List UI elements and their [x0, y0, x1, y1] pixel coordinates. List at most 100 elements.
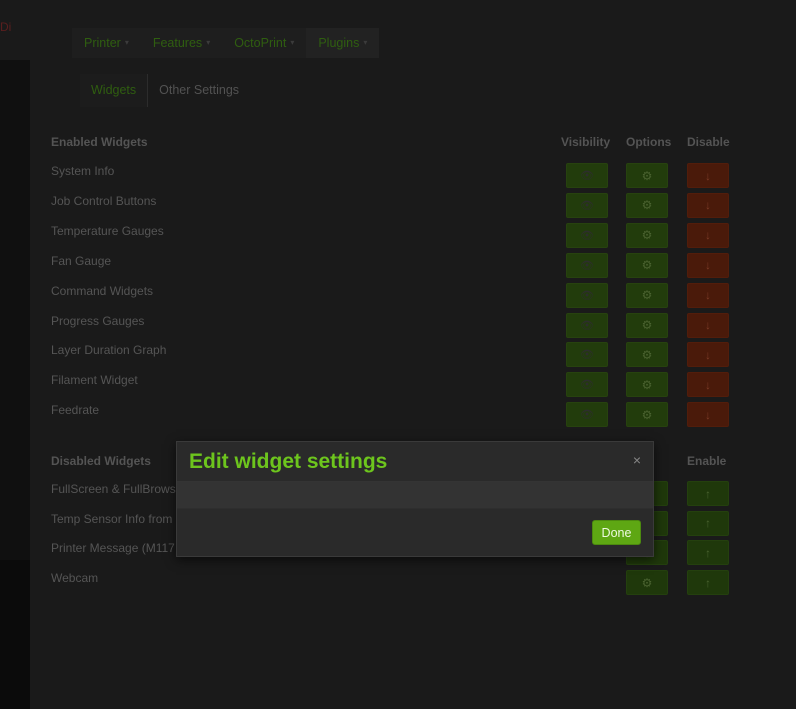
gear-icon: ⚙: [641, 258, 653, 273]
col-disable: Disable: [687, 135, 730, 149]
caret-down-icon: ▾: [363, 38, 368, 47]
disable-button[interactable]: ↓: [687, 282, 729, 308]
disable-button[interactable]: ↓: [687, 163, 729, 188]
widget-label: Temperature Gauges: [51, 223, 164, 238]
caret-down-icon: ▾: [290, 38, 295, 47]
menu-plugins[interactable]: Plugins ▾: [306, 28, 380, 58]
settings-tabs: Widgets Other Settings: [80, 74, 250, 107]
options-button[interactable]: ⚙: [626, 342, 668, 368]
gear-icon: ⚙: [641, 347, 653, 362]
options-button[interactable]: ⚙: [626, 402, 668, 428]
visibility-button[interactable]: 👁: [566, 192, 608, 218]
options-button[interactable]: ⚙: [626, 252, 668, 278]
edit-widget-modal: Edit widget settings × Done: [176, 441, 654, 557]
arrow-up-icon: ↑: [705, 516, 711, 531]
col-options: Options: [626, 135, 672, 149]
arrow-up-icon: ↑: [705, 575, 711, 590]
modal-header: Edit widget settings ×: [177, 442, 653, 481]
modal-body: [177, 481, 653, 509]
widget-label: Progress Gauges: [51, 313, 145, 328]
arrow-down-icon: ↓: [705, 407, 711, 422]
widget-label: Job Control Buttons: [51, 193, 157, 208]
widget-label: Layer Duration Graph: [51, 343, 167, 358]
eye-icon: 👁: [580, 229, 594, 242]
menu-label: Features: [152, 36, 203, 50]
eye-icon: 👁: [580, 170, 594, 182]
visibility-button[interactable]: 👁: [566, 222, 608, 248]
close-icon[interactable]: ×: [633, 452, 641, 468]
gear-icon: ⚙: [641, 168, 653, 183]
disable-button[interactable]: ↓: [687, 312, 729, 338]
eye-icon: 👁: [580, 349, 594, 362]
col-visibility: Visibility: [561, 135, 611, 149]
menu-octoprint[interactable]: OctoPrint ▾: [222, 28, 306, 58]
disable-button[interactable]: ↓: [687, 402, 729, 428]
widget-label: Webcam: [51, 571, 99, 586]
visibility-button[interactable]: 👁: [566, 342, 608, 368]
enable-button[interactable]: ↑: [687, 481, 729, 506]
sidebar-cut-text: Di: [0, 20, 12, 34]
tab-other-settings[interactable]: Other Settings: [148, 74, 250, 107]
eye-icon: 👁: [580, 409, 594, 422]
widget-label: Feedrate: [51, 403, 100, 418]
enable-button[interactable]: ↑: [687, 570, 729, 596]
col-enable: Enable: [687, 454, 727, 468]
arrow-up-icon: ↑: [705, 486, 711, 501]
enable-button[interactable]: ↑: [687, 510, 729, 536]
gear-icon: ⚙: [641, 318, 653, 332]
modal-footer: Done: [177, 509, 653, 555]
arrow-down-icon: ↓: [705, 318, 711, 332]
gear-icon: ⚙: [641, 377, 653, 392]
arrow-down-icon: ↓: [705, 198, 711, 213]
gear-icon: ⚙: [641, 198, 653, 213]
arrow-down-icon: ↓: [705, 288, 711, 303]
eye-icon: 👁: [580, 199, 594, 212]
modal-title: Edit widget settings: [189, 450, 388, 473]
gear-icon: ⚙: [641, 228, 653, 243]
gear-icon: ⚙: [641, 288, 653, 303]
tab-widgets[interactable]: Widgets: [80, 74, 149, 107]
disable-button[interactable]: ↓: [687, 222, 729, 248]
options-button[interactable]: ⚙: [626, 282, 668, 308]
visibility-button[interactable]: 👁: [566, 252, 608, 278]
menu-features[interactable]: Features ▾: [141, 28, 222, 58]
eye-icon: 👁: [580, 289, 594, 302]
left-sidebar: Di: [0, 0, 30, 709]
options-button[interactable]: ⚙: [626, 222, 668, 248]
visibility-button[interactable]: 👁: [566, 402, 608, 428]
options-button[interactable]: ⚙: [626, 570, 668, 596]
widget-label: Fan Gauge: [51, 253, 112, 268]
options-button[interactable]: ⚙: [626, 192, 668, 218]
widget-label: Filament Widget: [51, 373, 138, 388]
options-button[interactable]: ⚙: [626, 312, 668, 338]
visibility-button[interactable]: 👁: [566, 163, 608, 188]
arrow-down-icon: ↓: [705, 377, 711, 392]
disable-button[interactable]: ↓: [687, 252, 729, 278]
menu-label: OctoPrint: [234, 36, 287, 50]
options-button[interactable]: ⚙: [626, 372, 668, 398]
options-button[interactable]: ⚙: [626, 163, 668, 188]
disable-button[interactable]: ↓: [687, 372, 729, 398]
disabled-widgets-title: Disabled Widgets: [51, 454, 151, 468]
disable-button[interactable]: ↓: [687, 192, 729, 218]
visibility-button[interactable]: 👁: [566, 312, 608, 338]
done-button[interactable]: Done: [592, 520, 641, 545]
caret-down-icon: ▾: [124, 38, 129, 47]
visibility-button[interactable]: 👁: [566, 372, 608, 398]
menu-label: Plugins: [318, 36, 360, 50]
eye-icon: 👁: [580, 379, 594, 392]
arrow-down-icon: ↓: [705, 168, 711, 183]
menu-printer[interactable]: Printer ▾: [72, 28, 141, 58]
sidebar-header: Di: [0, 0, 30, 60]
widget-label: FullScreen & FullBrows: [51, 482, 176, 496]
disable-button[interactable]: ↓: [687, 342, 729, 368]
arrow-down-icon: ↓: [705, 347, 711, 362]
settings-menu: Printer ▾ Features ▾ OctoPrint ▾ Plugins ▾: [72, 28, 380, 58]
widget-label: Command Widgets: [51, 283, 154, 298]
arrow-down-icon: ↓: [705, 258, 711, 273]
enable-button[interactable]: ↑: [687, 540, 729, 566]
arrow-up-icon: ↑: [705, 545, 711, 560]
sidebar-body: [0, 60, 30, 560]
visibility-button[interactable]: 👁: [566, 282, 608, 308]
widget-label: System Info: [51, 164, 115, 178]
